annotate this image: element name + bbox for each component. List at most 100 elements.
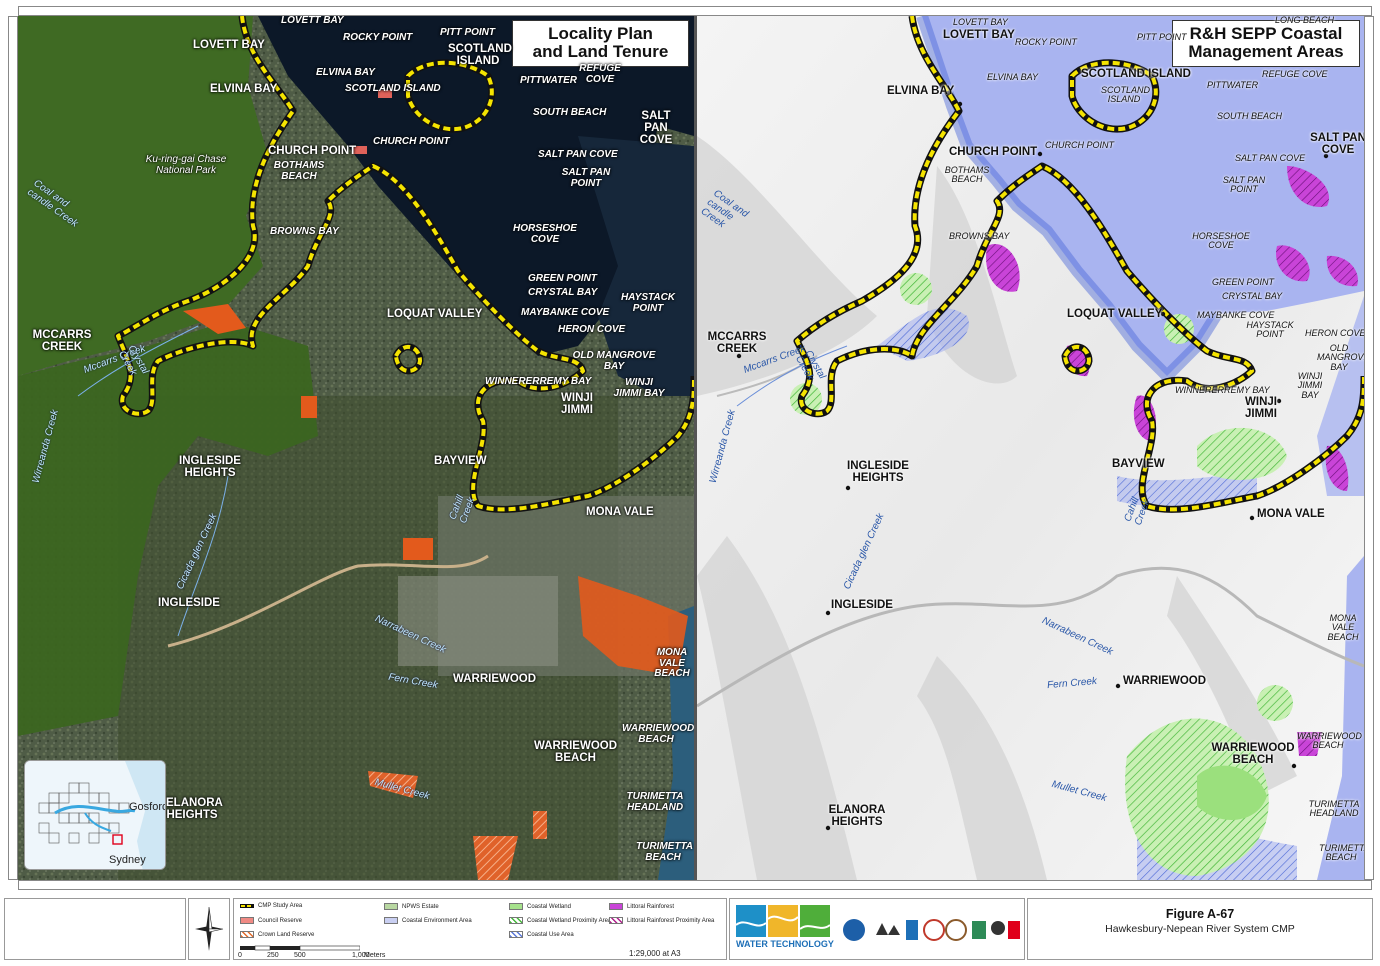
- place-r-ingleside-heights: INGLESIDE HEIGHTS: [847, 460, 909, 485]
- place-r-south-beach: SOUTH BEACH: [1217, 111, 1283, 121]
- place-ingleside-heights: INGLESIDE HEIGHTS: [179, 455, 241, 480]
- inset-locator-map: Gosford Sydney: [24, 760, 166, 870]
- place-pitt-point: PITT POINT: [440, 27, 495, 38]
- legend-swatch: [240, 931, 254, 938]
- legend-label: Littoral Rainforest Proximity Area: [627, 917, 715, 924]
- place-r-long-beach: LONG BEACH: [1275, 16, 1335, 25]
- scale-tick-500: 500: [294, 952, 306, 959]
- place-r-pittwater: PITTWATER: [1207, 80, 1259, 90]
- place-r-warriewood-beach: WARRIEWOOD BEACH: [1211, 742, 1295, 767]
- place-bayview: BAYVIEW: [434, 455, 487, 467]
- legend-item: CMP Study Area: [240, 903, 302, 909]
- coastal-title-line1: R&H SEPP Coastal: [1189, 24, 1343, 43]
- scale-ratio: 1:29,000 at A3: [629, 949, 681, 958]
- legend-item: Coastal Environment Area: [384, 917, 472, 924]
- place-r-warriewood: WARRIEWOOD: [1123, 675, 1207, 687]
- place-warriewood-beach-small: WARRIEWOOD BEACH: [622, 723, 694, 745]
- partner-logos-icon: [843, 919, 1020, 941]
- place-r-elanora-heights: ELANORA HEIGHTS: [828, 804, 886, 829]
- place-crystal-bay: CRYSTAL BAY: [528, 287, 598, 298]
- locality-title-line1: Locality Plan: [548, 24, 653, 43]
- figure-title: Figure A-67: [1165, 907, 1235, 921]
- place-winji-jimmi: WINJI JIMMI: [561, 392, 593, 417]
- place-rocky-point: ROCKY POINT: [343, 32, 413, 43]
- place-r-lovett-bay-small: LOVETT BAY: [953, 17, 1008, 27]
- place-r-lovett-bay: LOVETT BAY: [943, 29, 1015, 41]
- legend-swatch: [609, 903, 623, 910]
- place-r-salt-pan-point: SALT PAN POINT: [1222, 175, 1266, 195]
- place-pittwater: PITTWATER: [520, 75, 578, 86]
- place-r-bayview: BAYVIEW: [1112, 458, 1165, 470]
- legend-swatch: [384, 903, 398, 910]
- place-r-turimetta-beach: TURIMETTA BEACH: [1319, 843, 1364, 863]
- place-winnererremy-bay: WINNERERREMY BAY: [485, 376, 592, 387]
- place-south-beach: SOUTH BEACH: [533, 107, 607, 118]
- legend-label: Crown Land Reserve: [258, 931, 315, 938]
- figure-title-box: Figure A-67 Hawkesbury-Nepean River Syst…: [1027, 898, 1373, 960]
- place-r-refuge-cove: REFUGE COVE: [1262, 69, 1328, 79]
- place-elanora-heights: ELANORA HEIGHTS: [166, 797, 223, 822]
- legend-label: Coastal Environment Area: [402, 917, 472, 924]
- place-r-winnererremy-bay: WINNERERREMY BAY: [1175, 385, 1270, 395]
- notes-disclaimer-box: [4, 898, 186, 960]
- place-r-crystal-bay: CRYSTAL BAY: [1222, 291, 1283, 301]
- ruler-right: [1364, 16, 1374, 880]
- legend-item: Coastal Wetland: [509, 903, 571, 910]
- place-r-elvina-bay-small: ELVINA BAY: [987, 72, 1039, 82]
- place-r-haystack-point: HAYSTACK POINT: [1246, 320, 1294, 340]
- place-horseshoe-cove: HORSESHOE COVE: [513, 223, 577, 245]
- legend-item: Littoral Rainforest: [609, 903, 674, 910]
- legend-swatch: [384, 917, 398, 924]
- place-r-mccarrs-creek: MCCARRS CREEK: [707, 331, 767, 356]
- legend-swatch: [509, 917, 523, 924]
- place-salt-pan-point: SALT PAN POINT: [561, 167, 611, 189]
- locality-map-panel[interactable]: Locality Plan and Land Tenure LOVETT BAY…: [18, 16, 694, 880]
- place-r-elvina-bay: ELVINA BAY: [887, 85, 955, 97]
- place-r-salt-pan-cove-small: SALT PAN COVE: [1235, 153, 1306, 163]
- legend-item: Council Reserve: [240, 917, 302, 924]
- place-r-scotland-island: SCOTLAND ISLAND: [1081, 68, 1191, 80]
- scale-tick-250: 250: [267, 952, 279, 959]
- place-r-heron-cove: HERON COVE: [1305, 328, 1364, 338]
- place-turimetta-headland: TURIMETTA HEADLAND: [626, 791, 684, 813]
- legend-swatch: [509, 903, 523, 910]
- place-r-church-point-small: CHURCH POINT: [1045, 140, 1114, 150]
- legend-label: NPWS Estate: [402, 903, 439, 910]
- place-r-ingleside: INGLESIDE: [831, 599, 893, 611]
- place-r-warriewood-beach-small: WARRIEWOOD BEACH: [1297, 731, 1362, 751]
- place-r-browns-bay: BROWNS BAY: [949, 231, 1010, 241]
- place-r-mona-vale: MONA VALE: [1257, 508, 1325, 520]
- legend-swatch: [240, 917, 254, 924]
- place-church-point: CHURCH POINT: [268, 145, 357, 157]
- legend-swatch: [240, 904, 254, 908]
- north-arrow: [188, 898, 230, 960]
- place-r-winji-jimmi: WINJI JIMMI: [1245, 396, 1277, 421]
- legend-swatch: [509, 931, 523, 938]
- place-salt-pan-cove-small: SALT PAN COVE: [538, 149, 618, 160]
- place-lovett-bay: LOVETT BAY: [193, 39, 265, 51]
- place-mona-vale-beach: MONA VALE BEACH: [654, 647, 690, 679]
- coastal-title-box: R&H SEPP Coastal Management Areas: [1172, 20, 1360, 67]
- place-winji-jimmi-bay: WINJI JIMMI BAY: [613, 377, 665, 399]
- place-old-mangrove-bay: OLD MANGROVE BAY: [572, 350, 656, 372]
- water-technology-logo-text: WATER TECHNOLOGY: [736, 939, 834, 949]
- place-ingleside: INGLESIDE: [158, 597, 220, 609]
- place-mccarrs-creek: MCCARRS CREEK: [32, 329, 92, 354]
- water-technology-logo-icon: [736, 905, 831, 937]
- place-loquat-valley: LOQUAT VALLEY: [387, 308, 483, 320]
- place-r-old-mangrove-bay: OLD MANGROVE BAY: [1317, 343, 1364, 372]
- place-warriewood: WARRIEWOOD: [453, 673, 537, 685]
- locality-title-box: Locality Plan and Land Tenure: [512, 20, 689, 67]
- place-bothams-beach: BOTHAMS BEACH: [273, 160, 325, 182]
- place-turimetta-beach: TURIMETTA BEACH: [636, 841, 694, 863]
- place-elvina-bay-small: ELVINA BAY: [316, 67, 375, 78]
- legend-item: Crown Land Reserve: [240, 931, 314, 938]
- place-church-point-small: CHURCH POINT: [373, 136, 450, 147]
- coastal-management-map-panel[interactable]: R&H SEPP Coastal Management Areas LOVETT…: [697, 16, 1364, 880]
- place-green-point: GREEN POINT: [528, 273, 597, 284]
- scale-unit: Meters: [364, 952, 386, 959]
- coastal-title-line2: Management Areas: [1188, 42, 1344, 62]
- ruler-left: [8, 16, 18, 880]
- figure-subtitle: Hawkesbury-Nepean River System CMP: [1105, 923, 1295, 935]
- place-r-green-point: GREEN POINT: [1212, 277, 1275, 287]
